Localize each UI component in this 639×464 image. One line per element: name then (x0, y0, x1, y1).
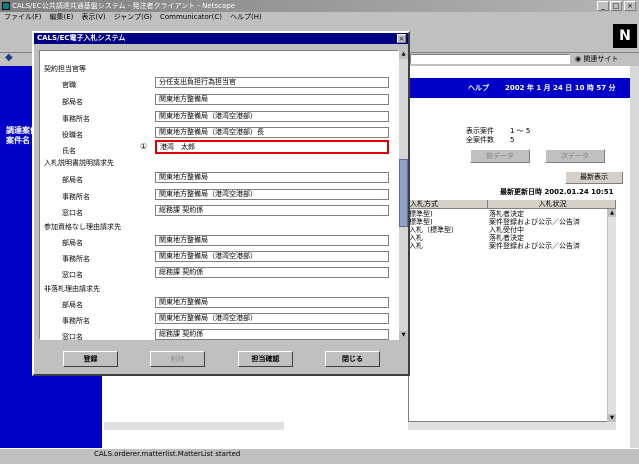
table-scrollbar[interactable]: ▲ ▼ (607, 209, 616, 422)
next-data-button[interactable]: 次データ (545, 149, 605, 163)
explanation-department-field[interactable]: 関東地方整備局 (155, 172, 389, 183)
label-office: 事務所名 (62, 255, 90, 263)
scroll-down-icon[interactable]: ▼ (608, 414, 616, 422)
section-contract-officer: 契約担当官等 (44, 65, 86, 73)
scroll-thumb[interactable] (399, 159, 408, 227)
menu-communicator[interactable]: Communicator(C) (160, 13, 222, 21)
display-count-values: 1 ～ 5 5 (510, 127, 531, 144)
netscape-logo: N (613, 24, 637, 48)
window-title: CALS/EC公共調達共通基盤システム - 発注者クライアント - Netsca… (12, 2, 235, 10)
explanation-office-field[interactable]: 関東地方整備局（港湾空港部） (155, 189, 389, 200)
qualification-department-field[interactable]: 関東地方整備局 (155, 235, 389, 246)
prev-data-button[interactable]: 前データ (470, 149, 530, 163)
label-department: 部局名 (62, 301, 83, 309)
explanation-window-field[interactable]: 総務課 契約係 (155, 205, 389, 216)
menu-view[interactable]: 表示(V) (81, 13, 105, 21)
label-office: 事務所名 (62, 317, 90, 325)
confirm-officer-button[interactable]: 担当確認 (238, 351, 293, 367)
label-position: 官職 (62, 81, 76, 89)
scroll-up-icon[interactable]: ▲ (608, 209, 616, 217)
department-field[interactable]: 関東地方整備局 (155, 94, 389, 105)
maximize-button[interactable]: □ (610, 1, 622, 11)
table-header: 入札方式 入札状況 (408, 200, 616, 209)
dialog-title: CALS/EC電子入札システム (34, 33, 408, 44)
section-explanation: 入札説明書説明請求先 (44, 159, 114, 167)
non-award-office-field[interactable]: 関東地方整備局（港湾空港部） (155, 313, 389, 324)
label-department: 部局名 (62, 176, 83, 184)
name-field[interactable]: 港湾 太郎 (155, 140, 389, 154)
label-window: 窓口名 (62, 271, 83, 279)
label-department: 部局名 (62, 98, 83, 106)
label-department: 部局名 (62, 239, 83, 247)
menu-bar: ファイル(F) 編集(E) 表示(V) ジャンプ(G) Communicator(C) ヘ… (0, 12, 639, 23)
section-non-award: 非落札理由請求先 (44, 285, 100, 293)
refresh-button[interactable]: 最新表示 (565, 171, 623, 184)
dialog-scrollbar[interactable]: ▲ ▼ (399, 50, 408, 340)
section-qualification: 参加資格なし理由請求先 (44, 223, 121, 231)
menu-file[interactable]: ファイル(F) (4, 13, 42, 21)
help-link[interactable]: ヘルプ (468, 83, 489, 93)
minimize-button[interactable]: _ (597, 1, 609, 11)
dialog-close-icon[interactable]: × (397, 34, 406, 43)
marker-one: ① (140, 142, 148, 151)
label-window: 窓口名 (62, 333, 83, 341)
title-field[interactable]: 関東地方整備局（港湾空港部）長 (155, 127, 389, 138)
last-update-text: 最新更新日時 2002.01.24 10:51 (500, 188, 614, 196)
page-scrollbar[interactable] (630, 66, 639, 448)
qualification-office-field[interactable]: 関東地方整備局（港湾空港部） (155, 251, 389, 262)
display-count-label: 表示案件 全案件数 (466, 127, 494, 144)
label-title: 役職名 (62, 131, 83, 139)
non-award-window-field[interactable]: 総務課 契約係 (155, 329, 389, 340)
window-titlebar: CALS/EC公共調達共通基盤システム - 発注者クライアント - Netsca… (0, 0, 639, 12)
location-field[interactable] (410, 54, 570, 64)
non-award-department-field[interactable]: 関東地方整備局 (155, 297, 389, 308)
table-row[interactable]: 入札 案件登録および公示／公告済 (409, 242, 607, 250)
menu-help[interactable]: ヘルプ(H) (230, 13, 262, 21)
current-datetime: 2002 年 1 月 24 日 10 時 57 分 (505, 84, 616, 92)
close-window-button[interactable]: × (624, 1, 636, 11)
label-office: 事務所名 (62, 193, 90, 201)
office-field[interactable]: 関東地方整備局（港湾空港部） (155, 111, 389, 122)
table-horizontal-scrollbar[interactable] (408, 422, 616, 430)
table-row[interactable]: 入札（標準型） 入札受付中 (409, 226, 607, 234)
column-header-bid-method[interactable]: 入札方式 (408, 200, 488, 209)
qualification-window-field[interactable]: 総務課 契約係 (155, 267, 389, 278)
table-row[interactable]: 標準型) 落札者決定 (409, 210, 607, 218)
related-icon: ◉ (575, 55, 582, 63)
label-office: 事務所名 (62, 115, 90, 123)
column-header-bid-status[interactable]: 入札状況 (488, 200, 616, 209)
related-sites-button[interactable]: ◉ 関連サイト (575, 54, 618, 64)
status-text: CALS.orderer.matterlist.MatterList start… (94, 450, 241, 458)
app-icon (2, 2, 10, 10)
table-row[interactable]: 標準型) 案件登録および公示／公告済 (409, 218, 607, 226)
delete-button[interactable]: 削除 (150, 351, 205, 367)
label-window: 窓口名 (62, 209, 83, 217)
table-row[interactable]: 入札 落札者決定 (409, 234, 607, 242)
left-horizontal-scrollbar[interactable] (104, 422, 284, 430)
scroll-down-icon[interactable]: ▼ (399, 331, 408, 340)
menu-edit[interactable]: 編集(E) (50, 13, 74, 21)
scroll-up-icon[interactable]: ▲ (399, 50, 408, 59)
close-button[interactable]: 閉じる (325, 351, 380, 367)
label-name: 氏名 (62, 147, 76, 155)
menu-go[interactable]: ジャンプ(G) (114, 13, 152, 21)
register-button[interactable]: 登録 (63, 351, 118, 367)
position-field[interactable]: 分任支出負担行為担当官 (155, 77, 389, 88)
bookmark-icon[interactable]: ◆ (5, 52, 19, 64)
